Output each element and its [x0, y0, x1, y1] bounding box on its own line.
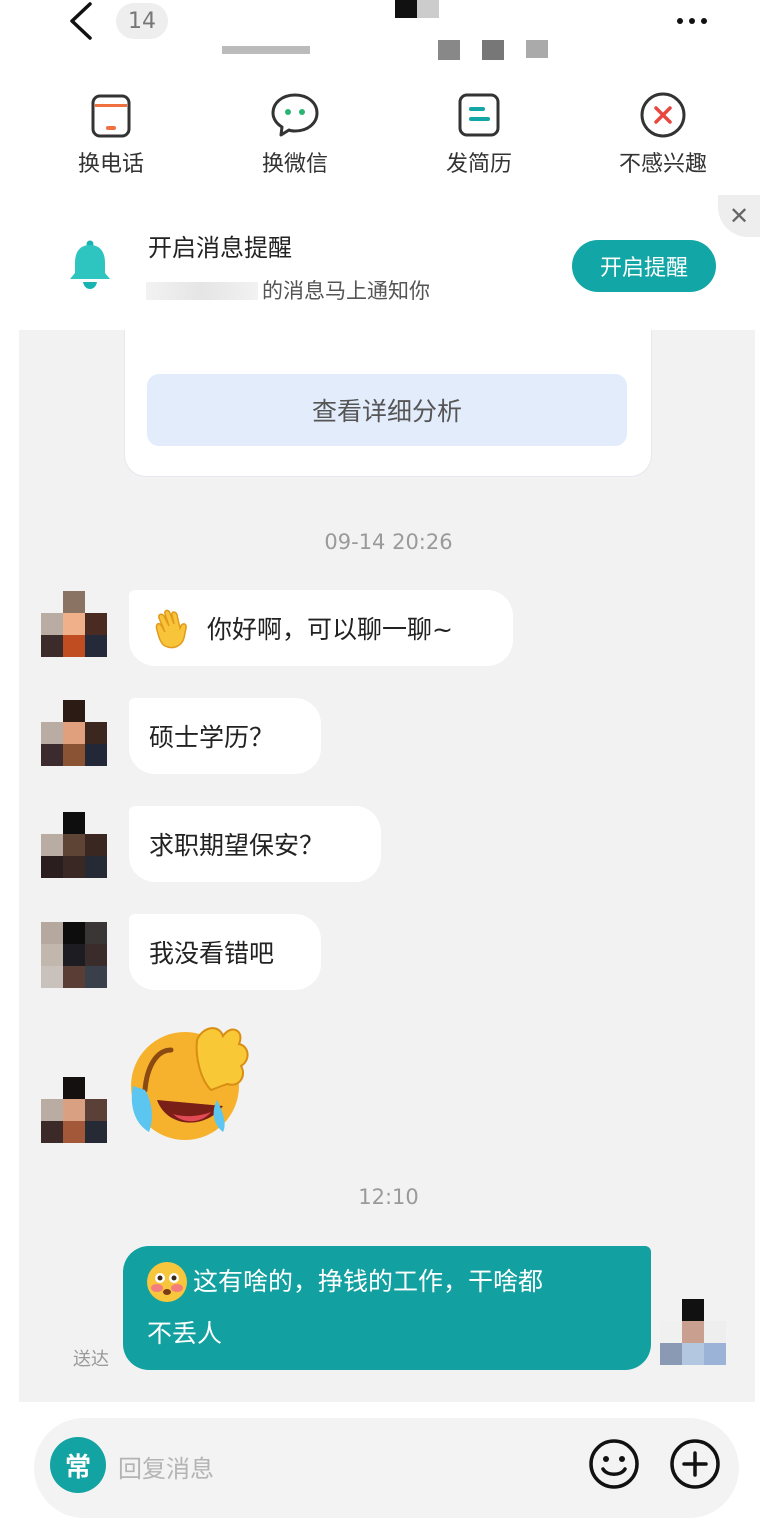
reply-input[interactable]: 回复消息: [118, 1449, 214, 1484]
chevron-left-icon: [70, 2, 92, 40]
message-bubble-incoming[interactable]: 你好啊，可以聊一聊~: [129, 590, 513, 666]
avatar[interactable]: [41, 922, 107, 988]
phone-card-icon: [91, 94, 131, 138]
message-bubble-incoming[interactable]: 我没看错吧: [129, 914, 321, 990]
avatar[interactable]: [41, 700, 107, 766]
action-label: 发简历: [445, 152, 512, 177]
contact-subtitle-obscured: [222, 40, 552, 62]
message-text: 你好啊，可以聊一聊~: [207, 615, 453, 644]
avatar[interactable]: [41, 1077, 107, 1143]
chat-area[interactable]: [19, 330, 755, 1402]
view-analysis-button[interactable]: 查看详细分析: [147, 374, 627, 446]
action-label: 换电话: [77, 152, 144, 177]
close-icon: ✕: [728, 202, 750, 230]
message-text: 我没看错吧: [149, 939, 275, 968]
my-avatar[interactable]: [660, 1299, 726, 1365]
message-text-line1: 这有啥的，挣钱的工作，干啥都: [193, 1267, 544, 1296]
more-horizontal-icon: [677, 18, 707, 24]
message-bubble-incoming[interactable]: 硕士学历？: [129, 698, 321, 774]
action-send-resume[interactable]: 发简历: [404, 90, 554, 180]
action-exchange-wechat[interactable]: 换微信: [220, 90, 370, 180]
message-text-line2: 不丢人: [147, 1319, 223, 1348]
avatar[interactable]: [41, 591, 107, 657]
emoji-button[interactable]: [587, 1437, 641, 1491]
more-button[interactable]: [672, 6, 712, 36]
laughing-crying-sticker[interactable]: [127, 1020, 253, 1142]
message-text: 求职期望保安？: [149, 831, 325, 860]
plus-button[interactable]: [668, 1437, 722, 1491]
not-interested-icon: [640, 92, 686, 138]
message-line: 这有啥的，挣钱的工作，干啥都: [147, 1256, 627, 1308]
back-button[interactable]: [62, 0, 102, 42]
action-label: 不感兴趣: [618, 152, 707, 177]
notify-subtitle: 的消息马上通知你: [262, 279, 430, 303]
enable-notification-button[interactable]: 开启提醒: [572, 240, 716, 292]
notify-subtitle-prefix-obscured: [146, 278, 260, 302]
timestamp: 09-14 20:26: [324, 530, 453, 554]
delivery-status: 送达: [73, 1349, 109, 1370]
waving-hand-emoji: [149, 606, 193, 650]
action-exchange-phone[interactable]: 换电话: [36, 90, 186, 180]
action-not-interested[interactable]: 不感兴趣: [588, 90, 738, 180]
plus-circle-icon: [670, 1439, 720, 1489]
bell-icon: [66, 238, 114, 290]
message-bubble-outgoing[interactable]: 这有啥的，挣钱的工作，干啥都 不丢人: [123, 1246, 651, 1370]
smiley-icon: [589, 1439, 639, 1489]
flushed-face-emoji: [145, 1260, 189, 1304]
message-text: 硕士学历？: [149, 723, 275, 752]
notify-title: 开启消息提醒: [148, 234, 292, 262]
action-label: 换微信: [261, 152, 328, 177]
message-bubble-incoming[interactable]: 求职期望保安？: [129, 806, 381, 882]
wechat-bubble-icon: [271, 93, 319, 137]
timestamp: 12:10: [358, 1185, 419, 1209]
resume-icon: [458, 93, 500, 137]
avatar[interactable]: [41, 812, 107, 878]
unread-count-badge: 14: [116, 3, 168, 39]
quick-phrases-button[interactable]: 常: [50, 1437, 106, 1493]
contact-name-obscured: [395, 0, 439, 18]
